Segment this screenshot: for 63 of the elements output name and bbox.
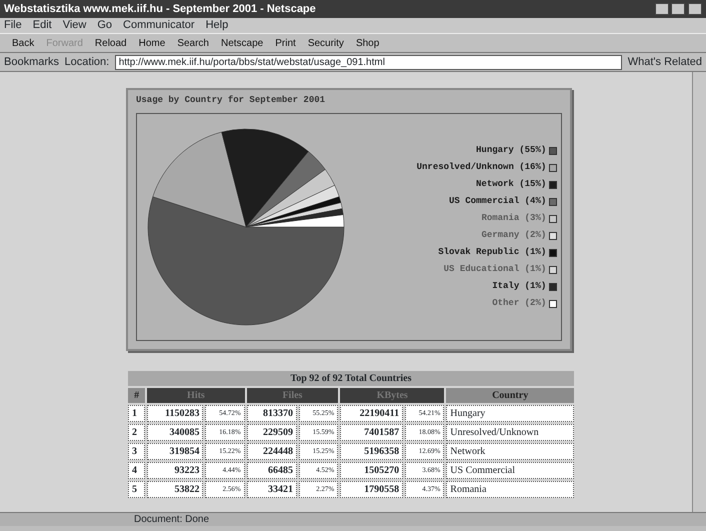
column-header: KBytes	[340, 388, 444, 403]
legend-label: US Commercial (4%)	[449, 195, 546, 208]
table-cell: 5	[128, 481, 146, 498]
table-cell: 813370	[246, 405, 298, 422]
menu-item[interactable]: File	[4, 17, 22, 34]
legend-label: US Educational (1%)	[444, 263, 546, 276]
table-cell: 7401587	[340, 424, 404, 441]
table-cell: 229509	[246, 424, 298, 441]
toolbar-button[interactable]: Home	[132, 36, 172, 50]
toolbar-button[interactable]: Shop	[350, 36, 386, 50]
column-header: Hits	[147, 388, 245, 403]
column-header: Country	[446, 388, 574, 403]
toolbar-button[interactable]: Back	[6, 36, 40, 50]
menu-item[interactable]: Communicator	[123, 17, 195, 34]
table-cell: 33421	[246, 481, 298, 498]
legend-label: Unresolved/Unknown (16%)	[416, 161, 546, 174]
table-cell: 224448	[246, 443, 298, 460]
scrollbar[interactable]	[692, 72, 706, 512]
legend-label: Romania (3%)	[481, 212, 546, 225]
table-cell: Network	[446, 443, 574, 460]
toolbar-button[interactable]: Search	[171, 36, 215, 50]
table-cell: US Commercial	[446, 462, 574, 479]
table-cell: Romania	[446, 481, 574, 498]
location-label: Location:	[64, 54, 110, 70]
toolbar-button[interactable]: Netscape	[215, 36, 270, 50]
table-cell: 319854	[147, 443, 204, 460]
legend-label: Germany (2%)	[481, 229, 546, 242]
column-header: #	[128, 388, 146, 403]
table-cell: 1505270	[340, 462, 404, 479]
legend-label: Hungary (55%)	[476, 144, 546, 157]
toolbar-button[interactable]: Security	[302, 36, 350, 50]
menu-item[interactable]: Go	[97, 17, 112, 34]
table-cell: Unresolved/Unknown	[446, 424, 574, 441]
table-cell: 340085	[147, 424, 204, 441]
menu-item[interactable]: View	[62, 17, 86, 34]
toolbar-button[interactable]: Print	[269, 36, 302, 50]
chart-title: Usage by Country for September 2001	[136, 94, 326, 107]
table-cell: 5196358	[340, 443, 404, 460]
toolbar-button[interactable]: Reload	[88, 36, 133, 50]
legend-label: Italy (1%)	[492, 280, 546, 293]
table-cell: 1790558	[340, 481, 404, 498]
table-cell: 2	[128, 424, 146, 441]
legend-label: Slovak Republic (1%)	[438, 246, 546, 259]
table-title: Top 92 of 92 Total Countries	[128, 371, 574, 386]
menu-item[interactable]: Edit	[32, 17, 52, 34]
legend-label: Other (2%)	[492, 297, 546, 310]
window-title: Webstatisztika www.mek.iif.hu - September 2001 - Netscape	[4, 2, 316, 17]
table-cell: 4	[128, 462, 146, 479]
whats-related-button[interactable]: What's Related	[628, 54, 702, 70]
table-cell: 66485	[246, 462, 298, 479]
table-cell: 22190411	[340, 405, 404, 422]
table-cell: 3	[128, 443, 146, 460]
bookmarks-button[interactable]: Bookmarks	[4, 54, 60, 70]
status-text: Document: Done	[134, 513, 210, 527]
table-cell: 1150283	[147, 405, 204, 422]
table-cell: 1	[128, 405, 146, 422]
table-cell: 93223	[147, 462, 204, 479]
legend-label: Network (15%)	[476, 178, 546, 191]
url-field[interactable]: http://www.mek.iif.hu/porta/bbs/stat/webstat/usage_091.html	[114, 54, 622, 70]
table-cell: 53822	[147, 481, 204, 498]
column-header: Files	[246, 388, 338, 403]
table-cell: Hungary	[446, 405, 574, 422]
menu-item[interactable]: Help	[206, 17, 228, 34]
